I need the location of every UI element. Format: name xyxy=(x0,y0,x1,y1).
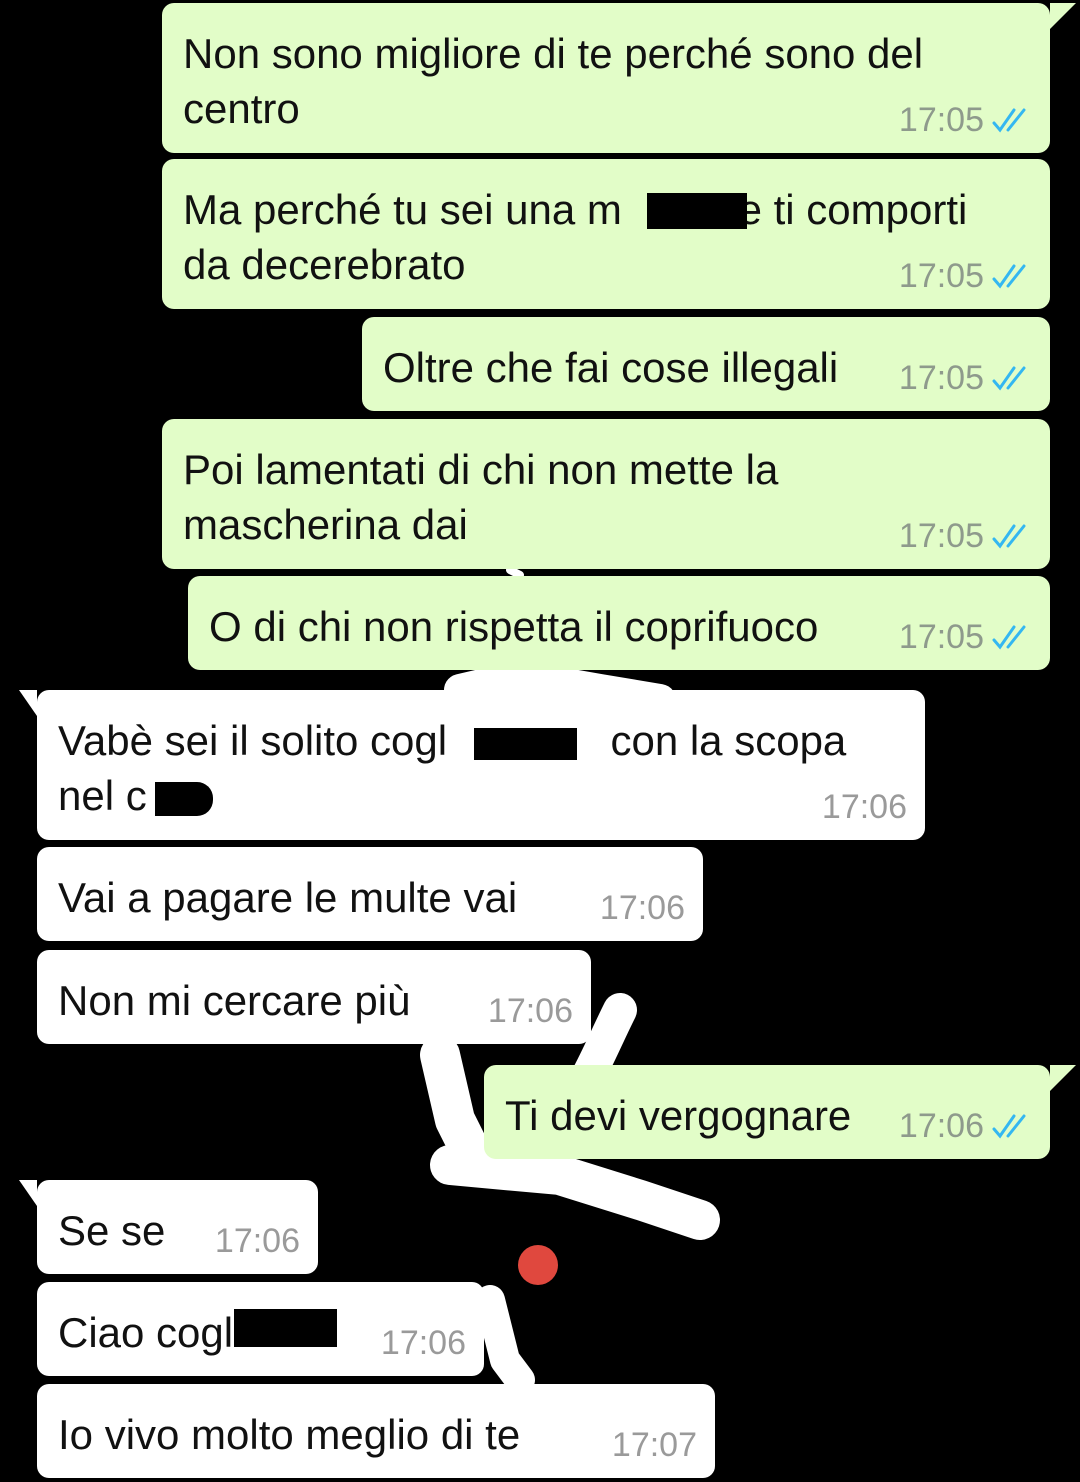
message-meta: 17:06 xyxy=(822,788,907,826)
message-meta: 17:06 xyxy=(215,1222,300,1260)
message-time: 17:06 xyxy=(487,992,573,1030)
read-ticks-icon xyxy=(992,108,1026,133)
message-time: 17:06 xyxy=(380,1324,466,1362)
message-text: Io vivo molto meglio di te xyxy=(58,1411,521,1458)
read-ticks-icon xyxy=(992,625,1026,650)
message-bubble[interactable]: Oltre che fai cose illegali 17:05 xyxy=(362,317,1050,411)
message-bubble[interactable]: Ciao cogl 17:06 xyxy=(37,1282,484,1376)
message-meta: 17:07 xyxy=(612,1426,697,1464)
message-time: 17:05 xyxy=(898,101,984,139)
redaction-bar xyxy=(647,193,747,229)
message-bubble[interactable]: Ti devi vergognare 17:06 xyxy=(484,1065,1076,1159)
message-meta: 17:05 xyxy=(899,517,1032,555)
bubble-tail xyxy=(1050,3,1076,29)
read-ticks-icon xyxy=(992,366,1026,391)
message-bubble[interactable]: Non sono migliore di te perché sono del … xyxy=(162,3,1076,153)
message-time: 17:05 xyxy=(898,359,984,397)
message-bubble[interactable]: Io vivo molto meglio di te 17:07 xyxy=(37,1384,715,1478)
message-time: 17:05 xyxy=(898,517,984,555)
message-bubble[interactable]: Non mi cercare più 17:06 xyxy=(37,950,591,1044)
message-bubble[interactable]: Ma perché tu sei una m e ti comporti da … xyxy=(162,159,1050,309)
chat-area[interactable]: Non sono migliore di te perché sono del … xyxy=(0,0,1080,1482)
message-meta: 17:06 xyxy=(381,1324,466,1362)
bubble-tail xyxy=(19,690,37,716)
message-text: Vai a pagare le multe vai xyxy=(58,874,518,921)
message-time: 17:05 xyxy=(898,618,984,656)
bubble-tail xyxy=(19,1180,37,1206)
message-meta: 17:06 xyxy=(600,889,685,927)
message-meta: 17:05 xyxy=(899,257,1032,295)
bubble-tail xyxy=(1050,1065,1076,1091)
message-meta: 17:05 xyxy=(899,618,1032,656)
read-ticks-icon xyxy=(992,1114,1026,1139)
message-meta: 17:05 xyxy=(899,359,1032,397)
message-meta: 17:05 xyxy=(899,101,1032,139)
message-bubble[interactable]: Poi lamentati di chi non mette la masche… xyxy=(162,419,1050,569)
message-bubble[interactable]: Se se 17:06 xyxy=(19,1180,318,1274)
message-bubble[interactable]: O di chi non rispetta il coprifuoco 17:0… xyxy=(188,576,1050,670)
message-time: 17:06 xyxy=(821,788,907,826)
message-bubble[interactable]: Vabè sei il solito cogl con la scopa nel… xyxy=(19,690,925,840)
message-time: 17:06 xyxy=(214,1222,300,1260)
read-ticks-icon xyxy=(992,264,1026,289)
message-meta: 17:06 xyxy=(899,1107,1032,1145)
redaction-bar xyxy=(155,782,213,816)
redaction-bar xyxy=(474,728,577,760)
redaction-bar xyxy=(234,1309,337,1347)
message-time: 17:05 xyxy=(898,257,984,295)
message-time: 17:06 xyxy=(599,889,685,927)
read-ticks-icon xyxy=(992,524,1026,549)
message-time: 17:06 xyxy=(898,1107,984,1145)
message-time: 17:07 xyxy=(611,1426,697,1464)
message-bubble[interactable]: Vai a pagare le multe vai 17:06 xyxy=(37,847,703,941)
message-meta: 17:06 xyxy=(488,992,573,1030)
